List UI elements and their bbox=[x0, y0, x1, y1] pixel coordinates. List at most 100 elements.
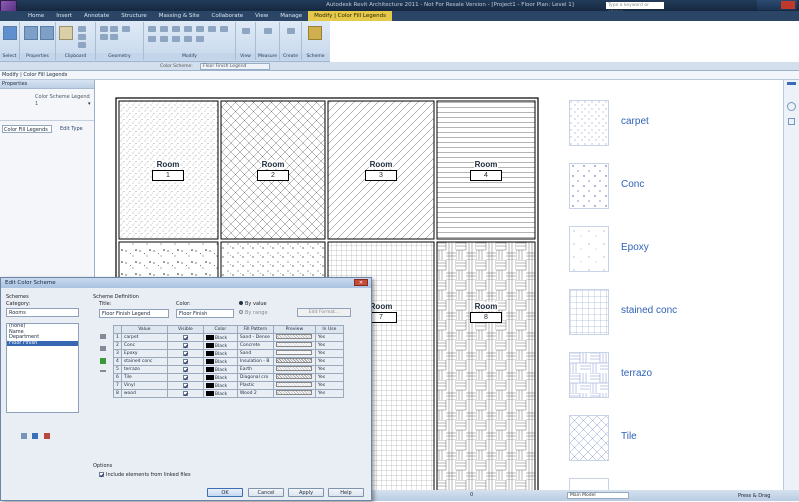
tab-collaborate[interactable]: Collaborate bbox=[206, 11, 250, 21]
split-icon[interactable] bbox=[148, 36, 156, 42]
scheme-list[interactable]: (none) Name Department Floor Finish bbox=[6, 323, 79, 413]
visible-checkbox[interactable] bbox=[182, 390, 188, 396]
active-model-dropdown[interactable]: Main Model bbox=[567, 492, 629, 499]
edit-scheme-icon[interactable] bbox=[308, 26, 322, 40]
tab-home[interactable]: Home bbox=[22, 11, 50, 21]
visible-checkbox[interactable] bbox=[182, 334, 188, 340]
modify-tool-icon[interactable] bbox=[3, 26, 17, 40]
value-cell[interactable]: Conc bbox=[120, 341, 168, 350]
close-icon[interactable] bbox=[781, 1, 795, 9]
rotate-icon[interactable] bbox=[208, 26, 216, 32]
delete-scheme-icon[interactable] bbox=[44, 433, 50, 439]
trim-icon[interactable] bbox=[220, 26, 228, 32]
color-cell[interactable]: Black bbox=[202, 341, 238, 350]
color-cell[interactable]: Black bbox=[202, 381, 238, 390]
type-selector[interactable]: Color Scheme Legend 1 ▾ bbox=[0, 89, 94, 121]
table-row[interactable]: 5 terrazo Black Earth Yes bbox=[113, 365, 344, 374]
room-tag[interactable]: Room 3 bbox=[361, 160, 401, 181]
visible-cell[interactable] bbox=[166, 389, 204, 398]
value-cell[interactable]: wood bbox=[120, 389, 168, 398]
color-cell[interactable]: Black bbox=[202, 373, 238, 382]
visible-checkbox[interactable] bbox=[182, 382, 188, 388]
instance-filter-dropdown[interactable]: Color Fill Legends bbox=[2, 125, 52, 133]
visible-checkbox[interactable] bbox=[182, 374, 188, 380]
value-cell[interactable]: carpet bbox=[120, 333, 168, 342]
move-icon[interactable] bbox=[184, 26, 192, 32]
move-down-icon[interactable] bbox=[100, 346, 106, 351]
hide-icon[interactable] bbox=[242, 28, 250, 34]
cut-icon[interactable] bbox=[78, 26, 86, 32]
tab-insert[interactable]: Insert bbox=[50, 11, 78, 21]
tab-view[interactable]: View bbox=[249, 11, 274, 21]
room-tag[interactable]: Room 1 bbox=[148, 160, 188, 181]
create-similar-icon[interactable] bbox=[287, 28, 295, 34]
split-face-icon[interactable] bbox=[110, 34, 118, 40]
table-row[interactable]: 8 wood Black Wood 2 Yes bbox=[113, 389, 344, 398]
vertical-scrollbar[interactable] bbox=[783, 80, 799, 490]
visible-cell[interactable] bbox=[166, 333, 204, 342]
table-row[interactable]: 6 Tile Black Diagonal cro Yes bbox=[113, 373, 344, 382]
color-dropdown[interactable]: Floor Finish bbox=[176, 309, 234, 318]
tab-modify-color-fill-legends[interactable]: Modify | Color Fill Legends bbox=[308, 11, 392, 21]
chevron-down-icon[interactable]: ▾ bbox=[88, 101, 91, 107]
array-icon[interactable] bbox=[160, 36, 168, 42]
cope-icon[interactable] bbox=[100, 26, 108, 32]
move-up-icon[interactable] bbox=[100, 334, 106, 339]
tab-manage[interactable]: Manage bbox=[274, 11, 308, 21]
copy-icon[interactable] bbox=[78, 34, 86, 40]
duplicate-scheme-icon[interactable] bbox=[21, 433, 27, 439]
properties-icon[interactable] bbox=[24, 26, 38, 40]
room-tag[interactable]: Room 8 bbox=[466, 302, 506, 323]
mirror-icon[interactable] bbox=[172, 26, 180, 32]
measure-icon[interactable] bbox=[264, 28, 272, 34]
close-icon[interactable]: ✕ bbox=[354, 279, 368, 286]
by-range-radio[interactable]: By range bbox=[239, 310, 268, 316]
rename-scheme-icon[interactable] bbox=[32, 433, 38, 439]
delete-icon[interactable] bbox=[196, 36, 204, 42]
color-cell[interactable]: Black bbox=[202, 365, 238, 374]
fill-pattern-cell[interactable]: Wood 2 bbox=[236, 389, 274, 398]
navigation-bar-icon[interactable] bbox=[787, 82, 796, 85]
offset-icon[interactable] bbox=[160, 26, 168, 32]
table-row[interactable]: 2 Conc Black Concrete Yes bbox=[113, 341, 344, 350]
steering-wheel-icon[interactable] bbox=[787, 102, 796, 111]
color-cell[interactable]: Black bbox=[202, 349, 238, 358]
match-icon[interactable] bbox=[78, 42, 86, 48]
include-linked-checkbox[interactable]: Include elements from linked files bbox=[99, 472, 191, 478]
press-drag-toggle[interactable]: Press & Drag bbox=[738, 491, 770, 502]
paste-icon[interactable] bbox=[59, 26, 73, 40]
tab-annotate[interactable]: Annotate bbox=[78, 11, 115, 21]
table-row[interactable]: 3 Epoxy Black Sand Yes bbox=[113, 349, 344, 358]
type-properties-icon[interactable] bbox=[40, 26, 54, 40]
value-cell[interactable]: Epoxy bbox=[120, 349, 168, 358]
join-icon[interactable] bbox=[100, 34, 108, 40]
ok-button[interactable]: OK bbox=[207, 488, 243, 497]
zoom-icon[interactable] bbox=[788, 118, 795, 125]
remove-value-icon[interactable] bbox=[100, 370, 106, 372]
search-input[interactable]: Type a keyword or phrase bbox=[606, 2, 664, 15]
title-input[interactable]: Floor Finish Legend bbox=[99, 309, 169, 318]
visible-checkbox[interactable] bbox=[182, 358, 188, 364]
fill-pattern-cell[interactable]: Diagonal cro bbox=[236, 373, 274, 382]
by-value-radio[interactable]: By value bbox=[239, 301, 267, 307]
fill-pattern-cell[interactable]: Concrete bbox=[236, 341, 274, 350]
apply-button[interactable]: Apply bbox=[288, 488, 324, 497]
value-cell[interactable]: terrazo bbox=[120, 365, 168, 374]
edit-type-button[interactable]: Edit Type bbox=[60, 125, 83, 134]
edit-format-button[interactable]: Edit Format... bbox=[297, 308, 351, 317]
color-scheme-dropdown[interactable]: Floor Finish Legend bbox=[200, 63, 270, 70]
scale-icon[interactable] bbox=[172, 36, 180, 42]
table-row[interactable]: 7 Vinyl Black Plastic Yes bbox=[113, 381, 344, 390]
color-cell[interactable]: Black bbox=[202, 357, 238, 366]
visible-cell[interactable] bbox=[166, 365, 204, 374]
pin-icon[interactable] bbox=[184, 36, 192, 42]
list-item-selected[interactable]: Floor Finish bbox=[7, 340, 78, 346]
visible-checkbox[interactable] bbox=[182, 342, 188, 348]
room-tag[interactable]: Room 4 bbox=[466, 160, 506, 181]
color-cell[interactable]: Black bbox=[202, 333, 238, 342]
value-cell[interactable]: Vinyl bbox=[120, 381, 168, 390]
fill-pattern-cell[interactable]: Sand - Dense bbox=[236, 333, 274, 342]
category-dropdown[interactable]: Rooms bbox=[6, 308, 79, 317]
value-cell[interactable]: stained conc bbox=[120, 357, 168, 366]
help-button[interactable]: Help bbox=[328, 488, 364, 497]
